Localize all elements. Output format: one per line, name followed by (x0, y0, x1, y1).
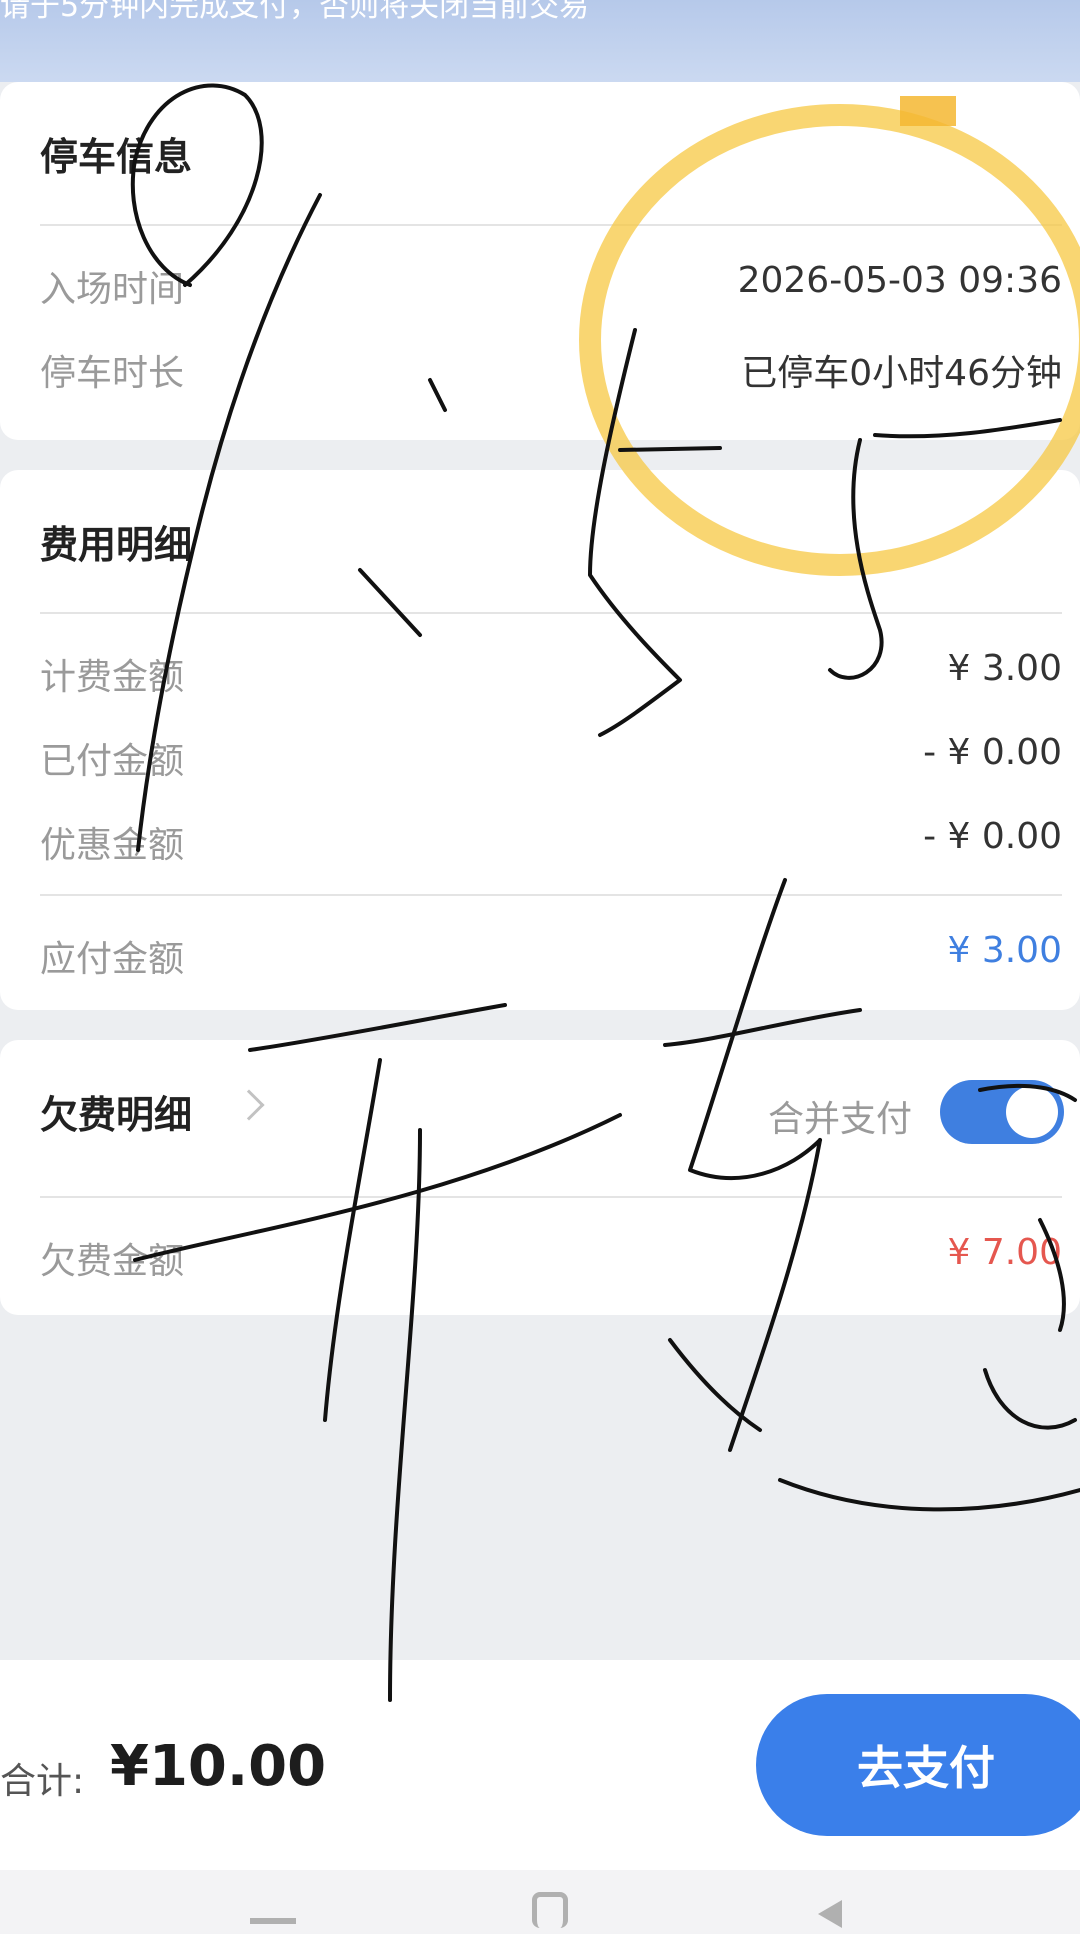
arrears-card: 欠费明细 合并支付 欠费金额 ¥ 7.00 (0, 1040, 1080, 1315)
payment-timeout-banner: 请于5分钟内完成支付，否则将关闭当前交易 (0, 0, 1080, 82)
pay-button[interactable]: 去支付 (756, 1694, 1080, 1836)
billed-amount-label: 计费金额 (40, 657, 185, 698)
merge-pay-label: 合并支付 (768, 1099, 913, 1140)
paid-amount-label: 已付金额 (40, 741, 185, 782)
parking-info-title: 停车信息 (40, 135, 193, 179)
total-amount: ¥10.00 (110, 1734, 327, 1799)
chevron-right-icon[interactable] (233, 1089, 265, 1121)
entry-time-value: 2026-05-03 09:36 (737, 260, 1062, 301)
divider (40, 612, 1062, 614)
banner-text: 请于5分钟内完成支付，否则将关闭当前交易 (0, 0, 590, 24)
divider (40, 1196, 1062, 1198)
parking-duration-value: 已停车0小时46分钟 (741, 353, 1062, 394)
system-nav-bar (0, 1870, 1080, 1934)
payable-amount-value: ¥ 3.00 (947, 930, 1062, 971)
parking-duration-label: 停车时长 (40, 353, 185, 394)
discount-amount-label: 优惠金额 (40, 825, 185, 866)
arrears-amount-label: 欠费金额 (40, 1241, 185, 1282)
fee-details-card: 费用明细 计费金额 ¥ 3.00 已付金额 - ¥ 0.00 优惠金额 - ¥ … (0, 470, 1080, 1010)
entry-time-label: 入场时间 (40, 269, 185, 310)
checkout-bar: 合计: ¥10.00 去支付 (0, 1660, 1080, 1870)
back-icon[interactable] (818, 1900, 842, 1928)
divider (40, 894, 1062, 896)
payable-amount-label: 应付金额 (40, 939, 185, 980)
arrears-amount-value: ¥ 7.00 (947, 1232, 1062, 1273)
home-icon[interactable] (532, 1892, 568, 1928)
divider (40, 224, 1062, 226)
arrears-title[interactable]: 欠费明细 (40, 1084, 192, 1139)
discount-amount-value: - ¥ 0.00 (923, 816, 1062, 857)
paid-amount-value: - ¥ 0.00 (923, 732, 1062, 773)
menu-icon[interactable] (250, 1918, 296, 1924)
fee-details-title: 费用明细 (40, 523, 193, 567)
total-label: 合计: (0, 1761, 85, 1802)
parking-info-card: 停车信息 入场时间 2026-05-03 09:36 停车时长 已停车0小时46… (0, 82, 1080, 440)
toggle-knob (1006, 1086, 1058, 1138)
billed-amount-value: ¥ 3.00 (947, 648, 1062, 689)
merge-pay-toggle[interactable] (940, 1080, 1064, 1144)
